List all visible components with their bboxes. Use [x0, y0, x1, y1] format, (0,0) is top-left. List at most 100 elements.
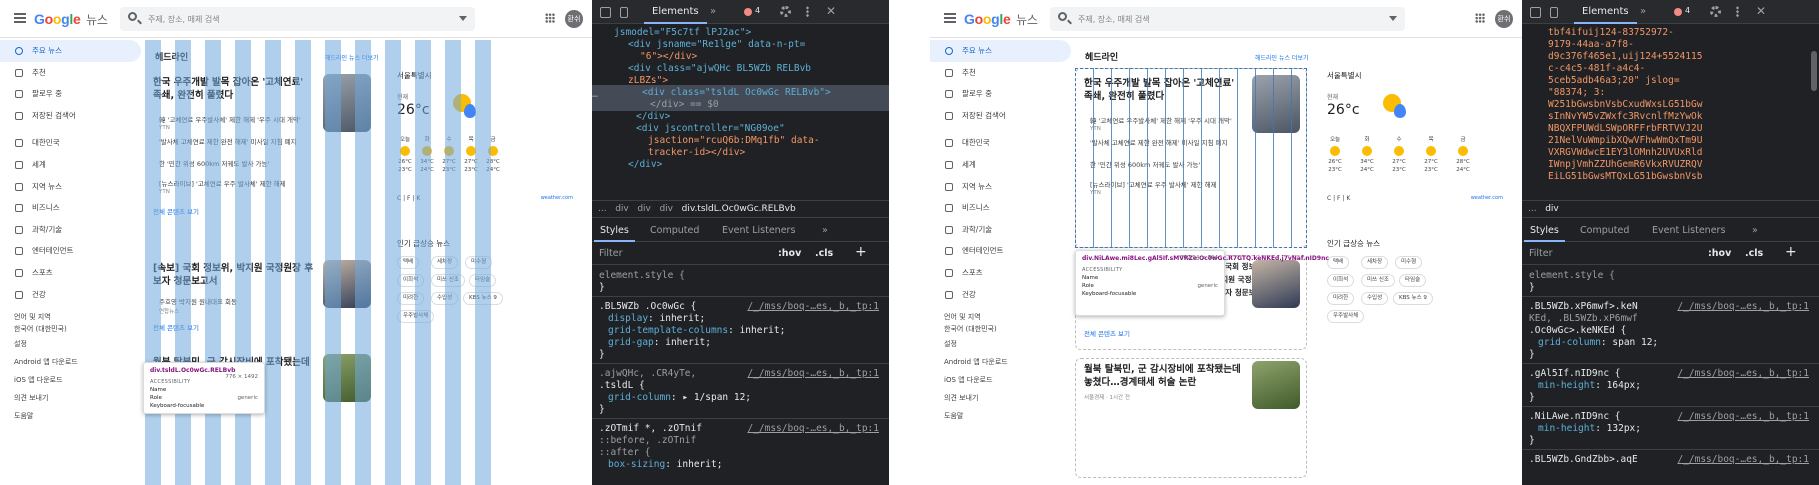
- dom-line[interactable]: W251bGwsbnVsbCxudWxsLG51bGw: [1548, 99, 1702, 111]
- menu-icon[interactable]: [944, 13, 956, 23]
- feedback-link[interactable]: 의견 보내기: [930, 389, 1075, 407]
- trend-chip[interactable]: 미수형: [1395, 256, 1423, 269]
- field-thumbnail[interactable]: [323, 354, 371, 402]
- css-declaration[interactable]: grid-gap: inherit;: [608, 337, 711, 349]
- android-app-link[interactable]: Android 앱 다운로드: [0, 353, 145, 371]
- class-toggle[interactable]: .cls: [1745, 248, 1763, 259]
- dom-line[interactable]: zLBZs">: [628, 75, 668, 87]
- error-count[interactable]: 4: [755, 6, 760, 15]
- device-toolbar-icon[interactable]: [620, 7, 628, 18]
- trend-chip[interactable]: 수입성: [431, 292, 459, 305]
- full-coverage-link[interactable]: 전체 콘텐츠 보기: [153, 206, 199, 216]
- avatar[interactable]: 환쉬: [1495, 10, 1513, 28]
- rule-selector[interactable]: .zOTmif *, .zOTnif: [599, 423, 702, 435]
- dom-line[interactable]: 9179-44aa-a7f8-: [1548, 39, 1634, 51]
- gear-icon[interactable]: [780, 6, 791, 17]
- dom-line[interactable]: jsmodel="F5c7tf lPJ2ac">: [614, 27, 751, 39]
- gear-icon[interactable]: [1710, 6, 1721, 17]
- rule-selector[interactable]: element.style {: [599, 270, 685, 282]
- css-declaration[interactable]: min-height: 164px;: [1538, 380, 1641, 392]
- dom-line[interactable]: 5ceb5adb46a3;20" jslog=: [1548, 75, 1680, 87]
- error-icon[interactable]: [1674, 8, 1682, 16]
- tab-styles[interactable]: Styles: [594, 225, 635, 242]
- inspect-element-icon[interactable]: [1530, 7, 1541, 18]
- rule-selector[interactable]: .NiLAwe.nID9nc {: [1529, 411, 1621, 423]
- trend-chip[interactable]: 미려한: [1327, 292, 1355, 305]
- sidebar-item-health[interactable]: 건강: [930, 284, 1075, 306]
- trend-chip[interactable]: 타임슬: [469, 274, 497, 287]
- trend-chip[interactable]: 이희석: [1327, 274, 1355, 287]
- rule-selector[interactable]: .ajwQHc, .CR4yTe,: [599, 368, 696, 380]
- chevron-down-icon[interactable]: [1389, 16, 1397, 21]
- sidebar-item-sports[interactable]: 스포츠: [0, 262, 145, 284]
- trend-chip[interactable]: 미려한: [397, 292, 425, 305]
- story-bullet[interactable]: [뉴스라이브] '고체연료 우주 발사체' 제한 해제: [159, 180, 309, 189]
- breadcrumb-item[interactable]: ...: [598, 204, 607, 214]
- rule-source-link[interactable]: /_/mss/boq-…es,_b,_tp:1: [747, 301, 879, 313]
- rule-source-link[interactable]: /_/mss/boq-…es,_b,_tp:1: [1677, 368, 1809, 380]
- person-thumbnail[interactable]: [323, 260, 371, 308]
- trend-chip[interactable]: 세차장: [1361, 256, 1389, 269]
- trend-chip[interactable]: KBS 뉴스 9: [1393, 292, 1433, 305]
- sidebar-item-health[interactable]: 건강: [0, 284, 145, 306]
- help-link[interactable]: 도움말: [0, 407, 145, 425]
- google-news-logo[interactable]: Google 뉴스: [964, 11, 1038, 28]
- dom-line[interactable]: tbf4ifuij124-83752972-: [1548, 27, 1674, 39]
- story-headline[interactable]: [속보] 국회 정보위, 박지원 국정원장 후보자 청문보고서: [153, 262, 313, 288]
- breadcrumb-current[interactable]: div.tsldL.Oc0wGc.RELBvb: [682, 204, 796, 214]
- dom-line[interactable]: IWnpjVmhZZUhGemR6VkxRVUZRQV: [1548, 159, 1702, 171]
- class-toggle[interactable]: .cls: [815, 248, 833, 259]
- settings-link[interactable]: 설정: [0, 335, 145, 353]
- language-region-value[interactable]: 한국어 (대한민국): [0, 323, 145, 335]
- css-declaration[interactable]: grid-column: span 12;: [1538, 337, 1658, 349]
- tab-event-listeners[interactable]: Event Listeners: [1652, 225, 1725, 236]
- field-thumbnail[interactable]: [1252, 361, 1300, 409]
- chevron-down-icon[interactable]: [459, 16, 467, 21]
- trend-chip[interactable]: KBS 뉴스 9: [463, 292, 503, 305]
- dom-line[interactable]: </div>: [636, 111, 670, 123]
- help-link[interactable]: 도움말: [930, 407, 1075, 425]
- sidebar-item-top-stories[interactable]: 주요 뉴스: [930, 40, 1071, 62]
- kebab-menu-icon[interactable]: [1736, 6, 1739, 17]
- tab-elements[interactable]: Elements: [644, 6, 707, 24]
- rule-selector[interactable]: .tsldL {: [599, 380, 645, 392]
- menu-icon[interactable]: [14, 13, 26, 23]
- dom-line[interactable]: VXRGVWdwcE1EY3lOMnh2UVUxRld: [1548, 147, 1702, 159]
- rule-source-link[interactable]: /_/mss/boq-…es,_b,_tp:1: [1677, 301, 1809, 313]
- sidebar-item-local[interactable]: 지역 뉴스: [0, 176, 145, 198]
- css-declaration[interactable]: min-height: 132px;: [1538, 423, 1641, 435]
- dom-line[interactable]: <div jsname="Re1lge" data-n-pt=: [628, 39, 805, 51]
- sidebar-item-following[interactable]: 팔로우 중: [0, 83, 145, 105]
- sidebar-item-world[interactable]: 세계: [930, 154, 1075, 176]
- section-more-link[interactable]: 헤드라인 뉴스 더보기: [1255, 53, 1309, 62]
- add-rule-icon[interactable]: +: [855, 244, 867, 260]
- close-icon[interactable]: ✕: [826, 4, 836, 18]
- rule-source-link[interactable]: /_/mss/boq-…es,_b,_tp:1: [1677, 411, 1809, 423]
- trend-chip[interactable]: 우주발사체: [1327, 310, 1365, 323]
- dom-line[interactable]: <div class="ajwQHc BL5WZb RELBvb: [628, 63, 811, 75]
- close-icon[interactable]: ✕: [1756, 4, 1766, 18]
- hover-state-toggle[interactable]: :hov: [1708, 248, 1731, 259]
- story-bullet[interactable]: 韓 '고체연료 우주발사체' 제한 해제 '우주 시대 개막': [159, 116, 309, 125]
- dom-line[interactable]: sInNvYW5vZWxfc3RvcnlfMzYwOk: [1548, 111, 1702, 123]
- trend-chip[interactable]: 택배: [397, 256, 420, 269]
- sidebar-item-entertainment[interactable]: 엔터테인먼트: [930, 240, 1075, 262]
- breadcrumb-item[interactable]: div: [637, 204, 651, 214]
- trend-chip[interactable]: 이희석: [397, 274, 425, 287]
- sidebar-item-business[interactable]: 비즈니스: [930, 197, 1075, 219]
- rule-selector[interactable]: .BL5WZb.xP6mwf>.keN: [1529, 301, 1638, 313]
- apps-grid-icon[interactable]: [1475, 13, 1485, 23]
- rule-source-link[interactable]: /_/mss/boq-…es,_b,_tp:1: [1677, 454, 1809, 466]
- breadcrumb-item[interactable]: div: [615, 204, 629, 214]
- breadcrumb-item[interactable]: div: [659, 204, 673, 214]
- more-tabs-icon[interactable]: »: [822, 225, 828, 236]
- trend-chip[interactable]: 택배: [1327, 256, 1350, 269]
- rule-selector[interactable]: .BL5WZb .Oc0wGc {: [599, 301, 696, 313]
- tab-computed[interactable]: Computed: [1580, 225, 1629, 236]
- rocket-thumbnail[interactable]: [323, 74, 371, 132]
- error-count[interactable]: 4: [1685, 6, 1690, 15]
- css-declaration[interactable]: grid-template-columns: inherit;: [608, 325, 785, 337]
- trend-chip[interactable]: 미쓰 신조: [431, 274, 465, 287]
- inspect-element-icon[interactable]: [600, 7, 611, 18]
- more-tabs-icon[interactable]: »: [710, 6, 716, 17]
